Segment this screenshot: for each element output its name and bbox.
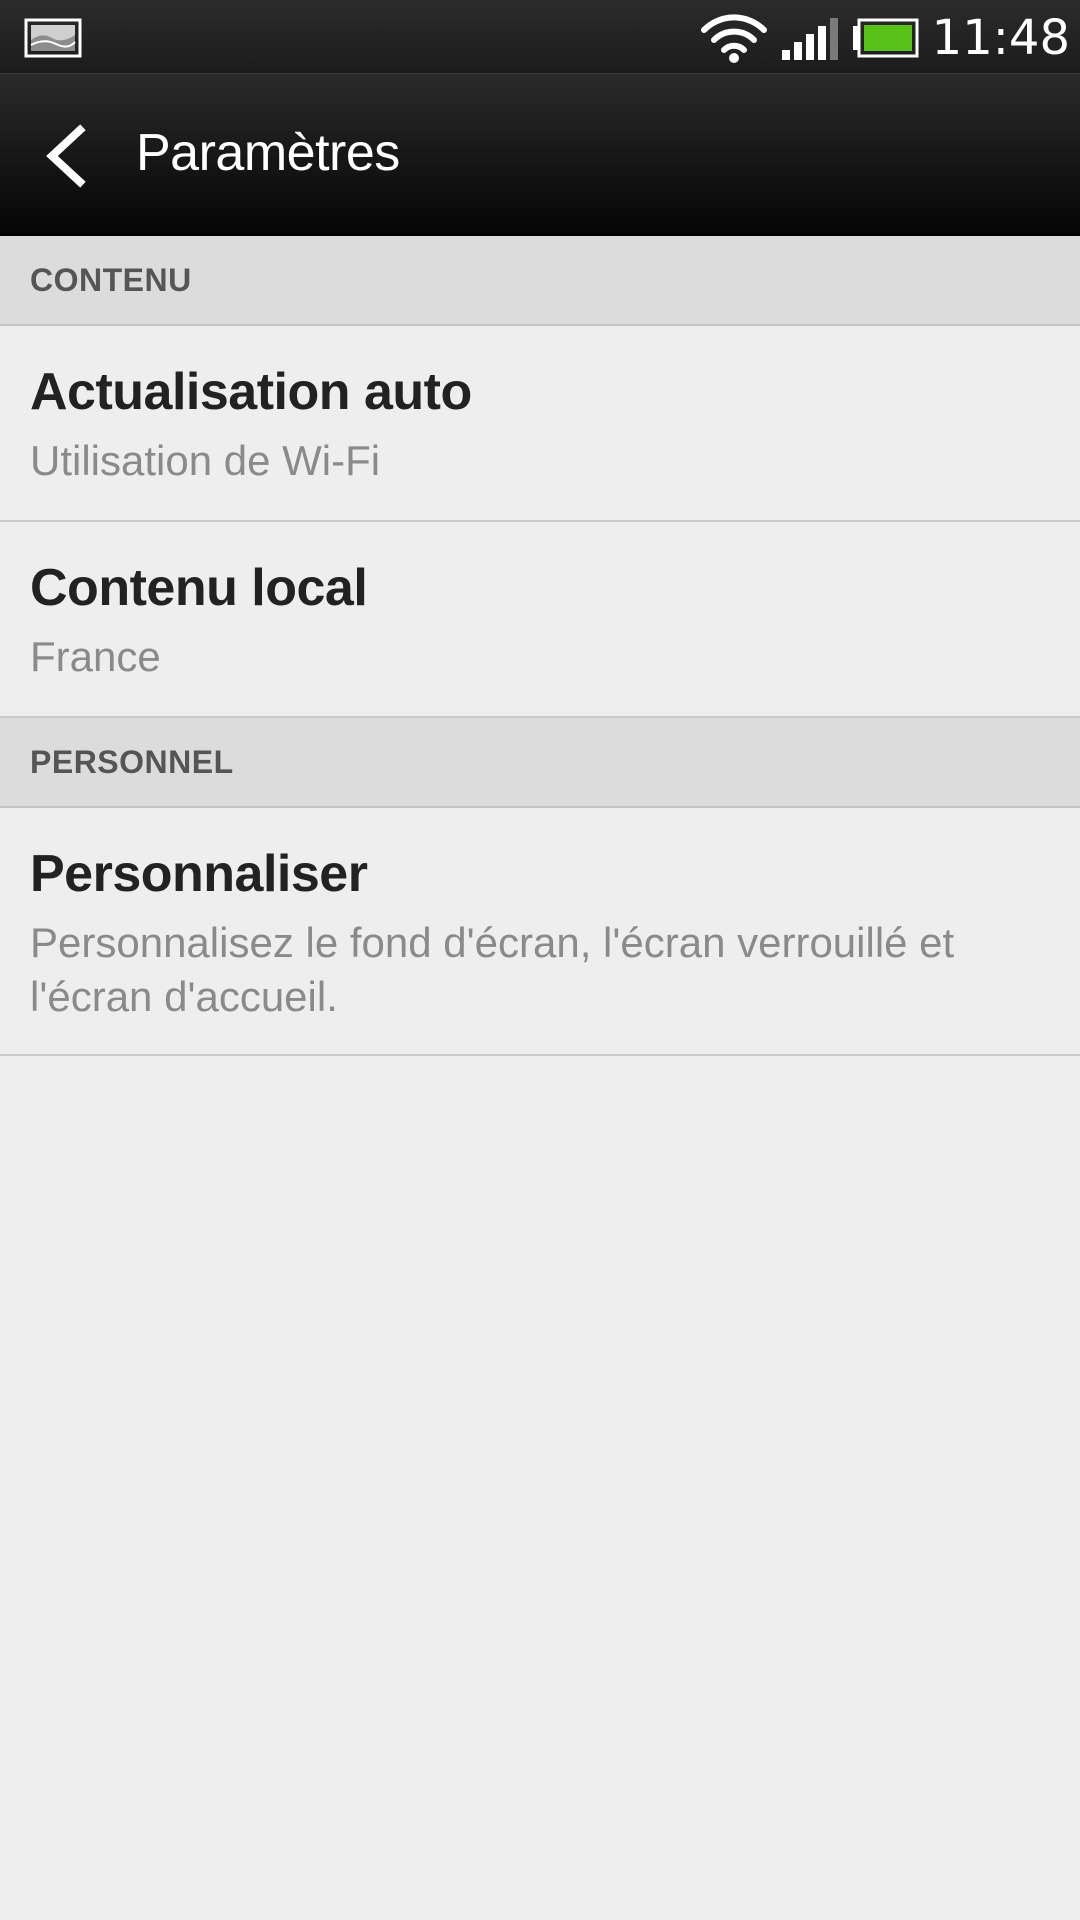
action-bar: Paramètres: [0, 74, 1080, 236]
list-item-contenu-local[interactable]: Contenu local France: [0, 522, 1080, 718]
section-header-label: PERSONNEL: [30, 744, 234, 780]
list-item-subtitle: France: [30, 633, 161, 680]
section-header-personnel: PERSONNEL: [0, 718, 1080, 808]
battery-icon: [853, 18, 919, 58]
list-item-actualisation-auto[interactable]: Actualisation auto Utilisation de Wi-Fi: [0, 326, 1080, 522]
chevron-left-icon[interactable]: [42, 124, 90, 188]
section-header-contenu: CONTENU: [0, 236, 1080, 326]
status-clock: 11:48: [931, 10, 1070, 66]
image-notification-icon: [24, 18, 82, 58]
signal-icon: [782, 18, 838, 60]
list-item-title: Personnaliser: [30, 845, 368, 903]
page-title: Paramètres: [136, 124, 400, 182]
list-item-personnaliser[interactable]: Personnaliser Personnalisez le fond d'éc…: [0, 808, 1080, 1056]
section-header-label: CONTENU: [30, 262, 192, 298]
list-item-subtitle: Utilisation de Wi-Fi: [30, 437, 381, 484]
list-item-title: Contenu local: [30, 559, 368, 617]
list-item-title: Actualisation auto: [30, 363, 472, 421]
wifi-icon: [701, 14, 767, 63]
status-bar: 11:48: [0, 0, 1080, 74]
list-item-subtitle: Personnalisez le fond d'écran, l'écran v…: [30, 919, 955, 1020]
